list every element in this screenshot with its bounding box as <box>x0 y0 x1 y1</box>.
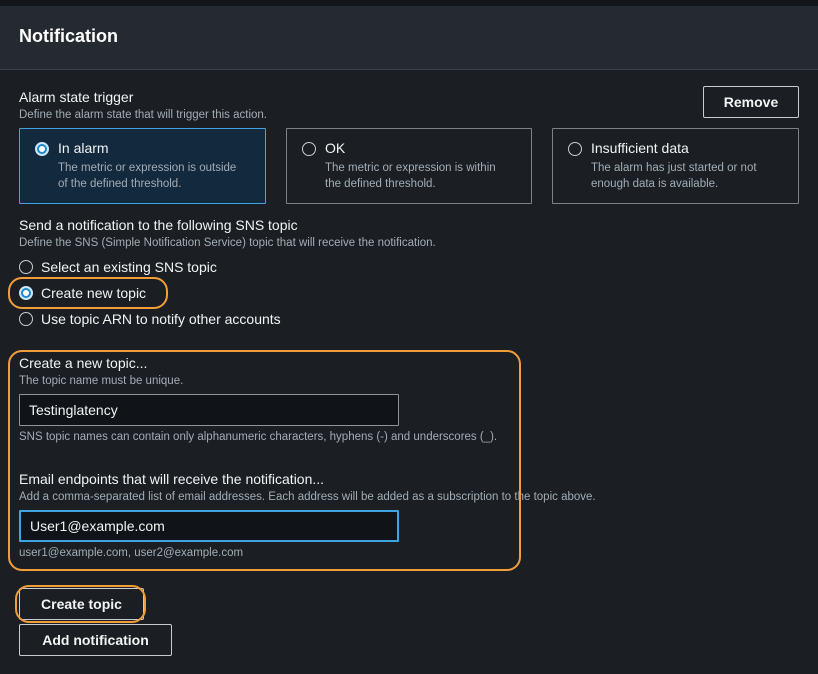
trigger-desc-line: The alarm has just started or not <box>591 162 757 174</box>
section-header: Notification <box>0 6 818 70</box>
trigger-desc-line: enough data is available. <box>591 178 719 190</box>
radio-in-alarm[interactable] <box>35 142 49 156</box>
sns-description: Define the SNS (Simple Notification Serv… <box>19 237 436 249</box>
sns-option-create-new[interactable]: Create new topic <box>19 284 146 302</box>
trigger-title: Insufficient data <box>591 140 689 156</box>
email-hint: user1@example.com, user2@example.com <box>19 547 244 559</box>
sns-option-topic-arn[interactable]: Use topic ARN to notify other accounts <box>19 310 281 328</box>
section-title: Notification <box>19 26 118 46</box>
option-label: Create new topic <box>41 285 147 301</box>
trigger-description: The alarm has just started or not enough… <box>591 160 796 192</box>
trigger-title: In alarm <box>58 140 109 156</box>
trigger-desc-line: the defined threshold. <box>325 178 436 190</box>
option-label: Select an existing SNS topic <box>41 259 217 275</box>
email-endpoints-input[interactable]: User1@example.com <box>19 510 399 542</box>
sns-label: Send a notification to the following SNS… <box>19 217 298 233</box>
topic-name-input[interactable]: Testinglatency <box>19 394 399 426</box>
trigger-tile-ok[interactable]: OK The metric or expression is within th… <box>286 128 532 204</box>
radio-topic-arn[interactable] <box>19 312 33 326</box>
sns-option-existing[interactable]: Select an existing SNS topic <box>19 258 217 276</box>
email-label: Email endpoints that will receive the no… <box>19 471 325 487</box>
new-topic-description: The topic name must be unique. <box>19 375 184 387</box>
trigger-desc-line: The metric or expression is within <box>325 162 496 174</box>
remove-button[interactable]: Remove <box>703 86 799 118</box>
add-notification-button[interactable]: Add notification <box>19 624 172 656</box>
trigger-title: OK <box>325 140 346 156</box>
new-topic-label: Create a new topic... <box>19 355 148 371</box>
topic-name-hint: SNS topic names can contain only alphanu… <box>19 431 498 443</box>
email-description: Add a comma-separated list of email addr… <box>19 491 596 503</box>
trigger-tile-in-alarm[interactable]: In alarm The metric or expression is out… <box>19 128 266 204</box>
trigger-desc-line: The metric or expression is outside <box>58 162 237 174</box>
alarm-trigger-label: Alarm state trigger <box>19 89 134 105</box>
option-label: Use topic ARN to notify other accounts <box>41 311 281 327</box>
create-topic-button[interactable]: Create topic <box>19 588 144 620</box>
radio-insufficient-data[interactable] <box>568 142 582 156</box>
trigger-description: The metric or expression is outside of t… <box>58 160 263 192</box>
radio-existing-topic[interactable] <box>19 260 33 274</box>
radio-create-new-topic[interactable] <box>19 286 33 300</box>
trigger-description: The metric or expression is within the d… <box>325 160 530 192</box>
trigger-desc-line: of the defined threshold. <box>58 178 182 190</box>
radio-ok[interactable] <box>302 142 316 156</box>
alarm-trigger-description: Define the alarm state that will trigger… <box>19 109 268 121</box>
trigger-tile-insufficient-data[interactable]: Insufficient data The alarm has just sta… <box>552 128 799 204</box>
